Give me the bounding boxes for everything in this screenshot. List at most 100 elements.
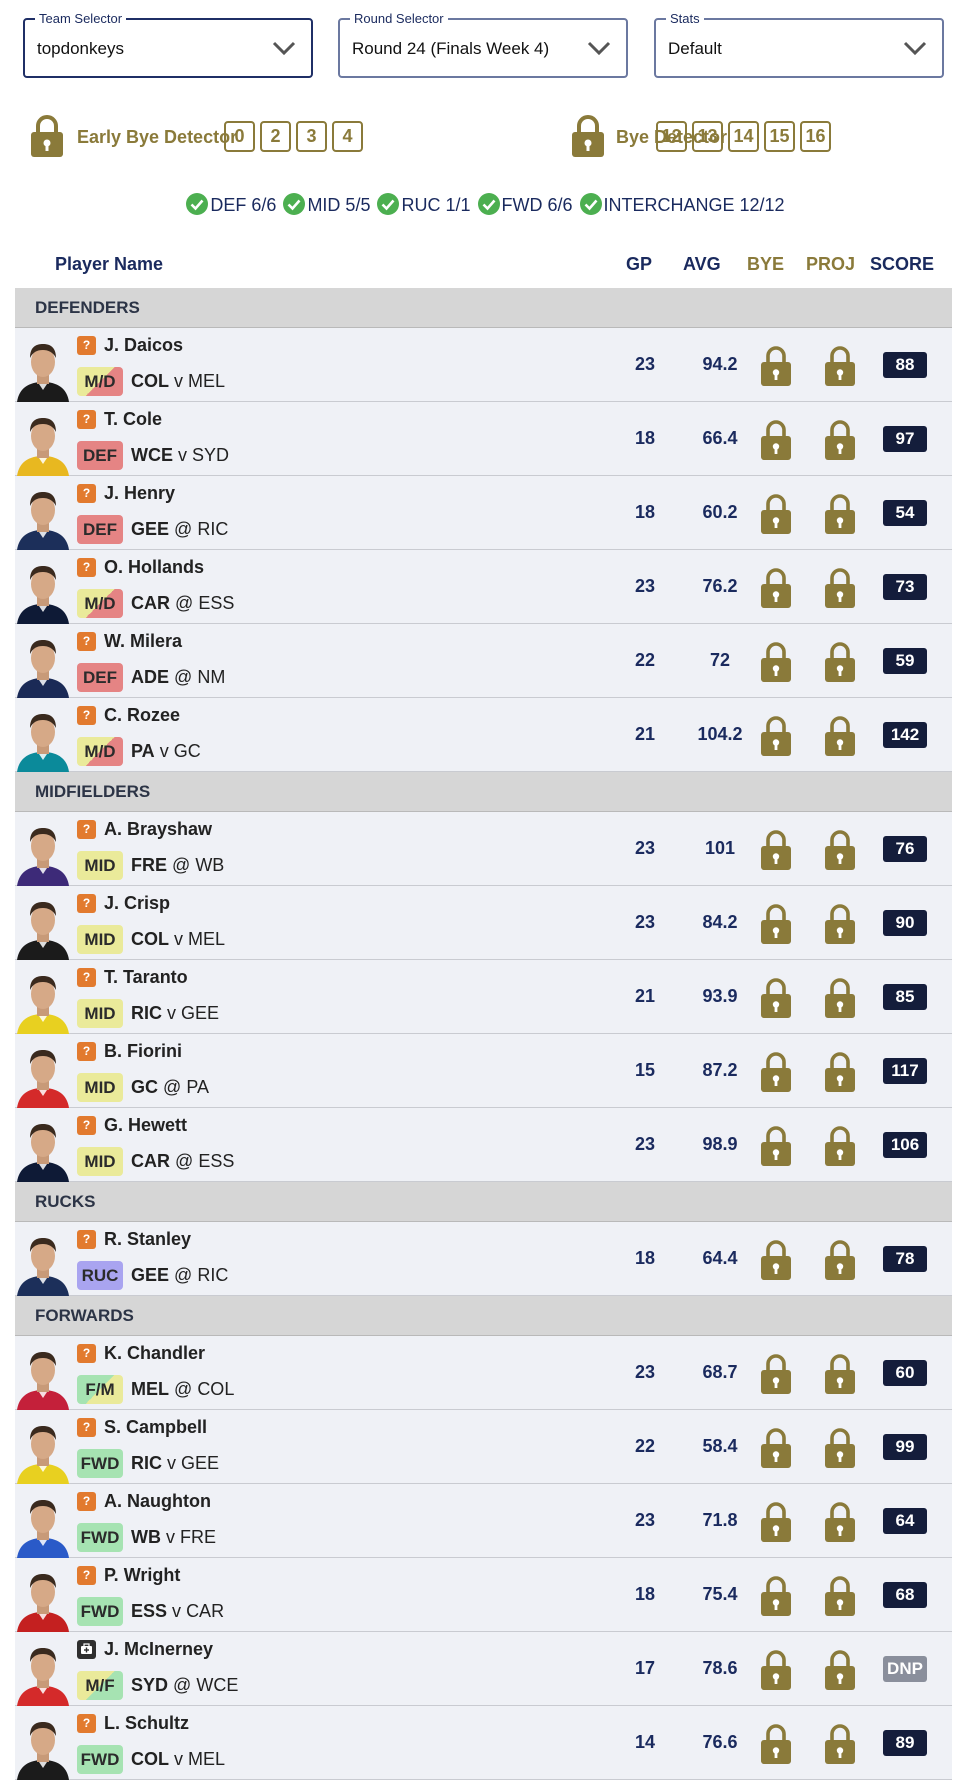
header-proj[interactable]: PROJ	[806, 254, 855, 275]
player-row[interactable]: ? W. Milera DEF ADE @ NM 22 72 59	[15, 624, 952, 698]
position-badge: MID	[77, 999, 123, 1028]
player-name[interactable]: J. Daicos	[104, 335, 183, 356]
fixture: GC @ PA	[131, 1077, 209, 1098]
bye-round-box[interactable]: 15	[764, 121, 795, 152]
games-played: 18	[634, 1248, 656, 1268]
games-played: 22	[634, 1436, 656, 1456]
player-row[interactable]: ? J. Daicos M/D COL v MEL 23 94.2 88	[15, 328, 952, 402]
stats-selector[interactable]: Stats Default	[654, 11, 944, 78]
check-circle-icon	[186, 193, 209, 215]
player-row[interactable]: ? B. Fiorini MID GC @ PA 15 87.2 117	[15, 1034, 952, 1108]
chevron-down-icon	[903, 41, 927, 56]
proj-lock-icon	[824, 1239, 856, 1281]
bye-round-box[interactable]: 16	[800, 121, 831, 152]
player-name[interactable]: J. McInerney	[104, 1639, 213, 1660]
fixture-opponent: PA	[186, 1077, 209, 1097]
status-unknown-badge[interactable]: ?	[77, 1116, 96, 1135]
player-row[interactable]: ? O. Hollands M/D CAR @ ESS 23 76.2 73	[15, 550, 952, 624]
status-unknown-badge[interactable]: ?	[77, 894, 96, 913]
position-count-text: DEF 6/6	[210, 195, 277, 215]
bye-round-box[interactable]: 14	[728, 121, 759, 152]
proj-lock-icon	[824, 1051, 856, 1093]
player-row[interactable]: ? J. Crisp MID COL v MEL 23 84.2 90	[15, 886, 952, 960]
status-unknown-badge[interactable]: ?	[77, 820, 96, 839]
header-avg[interactable]: AVG	[683, 254, 721, 275]
position-count-text: FWD 6/6	[501, 195, 573, 215]
player-row[interactable]: ? R. Stanley RUC GEE @ RIC 18 64.4 78	[15, 1222, 952, 1296]
bye-lock-icon	[760, 1353, 792, 1395]
player-name[interactable]: T. Taranto	[104, 967, 188, 988]
status-unknown-badge[interactable]: ?	[77, 1492, 96, 1511]
player-name[interactable]: C. Rozee	[104, 705, 180, 726]
injury-icon[interactable]	[77, 1640, 96, 1659]
player-name[interactable]: W. Milera	[104, 631, 182, 652]
player-row[interactable]: ? G. Hewett MID CAR @ ESS 23 98.9 106	[15, 1108, 952, 1182]
player-name[interactable]: B. Fiorini	[104, 1041, 182, 1062]
status-unknown-badge[interactable]: ?	[77, 558, 96, 577]
player-row[interactable]: ? T. Cole DEF WCE v SYD 18 66.4 97	[15, 402, 952, 476]
status-unknown-badge[interactable]: ?	[77, 1418, 96, 1437]
header-gp[interactable]: GP	[626, 254, 652, 275]
status-unknown-badge[interactable]: ?	[77, 1344, 96, 1363]
status-unknown-badge[interactable]: ?	[77, 410, 96, 429]
fixture-team: RIC	[131, 1003, 162, 1023]
player-row[interactable]: ? A. Brayshaw MID FRE @ WB 23 101 76	[15, 812, 952, 886]
status-unknown-badge[interactable]: ?	[77, 1566, 96, 1585]
player-row[interactable]: ? P. Wright FWD ESS v CAR 18 75.4 68	[15, 1558, 952, 1632]
player-name[interactable]: O. Hollands	[104, 557, 204, 578]
fixture: ESS v CAR	[131, 1601, 224, 1622]
player-name[interactable]: J. Henry	[104, 483, 175, 504]
player-row[interactable]: J. McInerney M/F SYD @ WCE 17 78.6 DNP	[15, 1632, 952, 1706]
early-bye-round-box[interactable]: 2	[260, 121, 291, 152]
player-name[interactable]: L. Schultz	[104, 1713, 189, 1734]
player-name[interactable]: J. Crisp	[104, 893, 170, 914]
early-bye-round-box[interactable]: 4	[332, 121, 363, 152]
player-name[interactable]: K. Chandler	[104, 1343, 205, 1364]
player-row[interactable]: ? A. Naughton FWD WB v FRE 23 71.8 64	[15, 1484, 952, 1558]
round-selector[interactable]: Round Selector Round 24 (Finals Week 4)	[338, 11, 628, 78]
player-row[interactable]: ? S. Campbell FWD RIC v GEE 22 58.4 99	[15, 1410, 952, 1484]
player-avatar	[15, 1040, 71, 1108]
player-name[interactable]: P. Wright	[104, 1565, 180, 1586]
proj-lock-icon	[824, 1649, 856, 1691]
player-table: DEFENDERS? J. Daicos M/D COL v MEL 23 94.2 88?…	[15, 288, 952, 1780]
player-name[interactable]: G. Hewett	[104, 1115, 187, 1136]
team-selector[interactable]: Team Selector topdonkeys	[23, 11, 313, 78]
player-row[interactable]: ? J. Henry DEF GEE @ RIC 18 60.2 54	[15, 476, 952, 550]
check-circle-icon	[477, 193, 500, 215]
player-name[interactable]: A. Naughton	[104, 1491, 211, 1512]
header-bye[interactable]: BYE	[747, 254, 784, 275]
status-unknown-badge[interactable]: ?	[77, 1230, 96, 1249]
player-name[interactable]: A. Brayshaw	[104, 819, 212, 840]
player-row[interactable]: ? L. Schultz FWD COL v MEL 14 76.6 89	[15, 1706, 952, 1780]
fixture-team: ESS	[131, 1601, 168, 1621]
status-unknown-badge[interactable]: ?	[77, 706, 96, 725]
player-row[interactable]: ? C. Rozee M/D PA v GC 21 104.2 142	[15, 698, 952, 772]
fixture: GEE @ RIC	[131, 519, 228, 540]
player-avatar	[15, 1712, 71, 1780]
early-bye-round-box[interactable]: 0	[224, 121, 255, 152]
player-row[interactable]: ? K. Chandler F/M MEL @ COL 23 68.7 60	[15, 1336, 952, 1410]
status-unknown-badge[interactable]: ?	[77, 1042, 96, 1061]
status-unknown-badge[interactable]: ?	[77, 484, 96, 503]
status-unknown-badge[interactable]: ?	[77, 1714, 96, 1733]
bye-detector-row: Early Bye Detector 0234 Bye Detector 12 1…	[29, 114, 945, 162]
status-unknown-badge[interactable]: ?	[77, 632, 96, 651]
position-counts: DEF 6/6 MID 5/5 RUC 1/1 FWD 6/6 INTERCHANGE …	[0, 192, 970, 216]
header-player-name[interactable]: Player Name	[55, 254, 163, 275]
player-name[interactable]: T. Cole	[104, 409, 162, 430]
player-name[interactable]: R. Stanley	[104, 1229, 191, 1250]
score-badge: 117	[883, 1058, 927, 1084]
status-unknown-badge[interactable]: ?	[77, 968, 96, 987]
status-unknown-badge[interactable]: ?	[77, 336, 96, 355]
average-score: 98.9	[702, 1134, 738, 1154]
player-name[interactable]: S. Campbell	[104, 1417, 207, 1438]
check-circle-icon	[283, 193, 306, 215]
header-score[interactable]: SCORE	[870, 254, 934, 275]
bye-round-box[interactable]: 12	[656, 121, 687, 152]
bye-round-box[interactable]: 13	[692, 121, 723, 152]
player-row[interactable]: ? T. Taranto MID RIC v GEE 21 93.9 85	[15, 960, 952, 1034]
games-played: 15	[634, 1060, 656, 1080]
early-bye-round-box[interactable]: 3	[296, 121, 327, 152]
lock-icon	[572, 115, 604, 157]
